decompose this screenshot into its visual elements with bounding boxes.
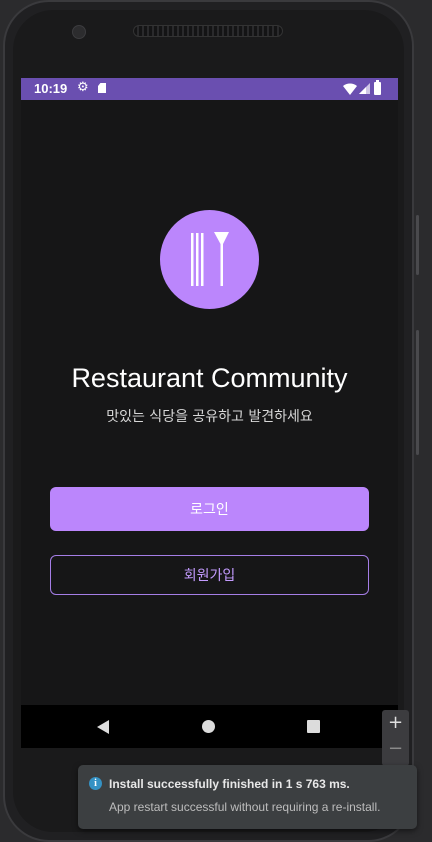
app-subtitle: 맛있는 식당을 공유하고 발견하세요: [106, 409, 313, 425]
front-camera: [72, 25, 86, 39]
login-button[interactable]: 로그인: [50, 487, 369, 531]
wifi-icon: [343, 83, 357, 95]
notification-title: Install successfully finished in 1 s 763…: [109, 777, 350, 791]
battery-icon: [374, 80, 381, 95]
ide-scroll-marker: [416, 330, 419, 455]
signal-icon: [359, 83, 370, 94]
status-bar: 10:19 ⚙: [21, 78, 398, 100]
navigation-bar: [21, 705, 398, 748]
notification-body: App restart successful without requiring…: [109, 800, 381, 814]
app-logo: [160, 210, 259, 309]
ide-scroll-marker: [416, 215, 419, 275]
device-screen: 10:19 ⚙ Restaurant Community 맛있는 식당을 공유하…: [21, 78, 398, 748]
zoom-out-button[interactable]: −: [382, 738, 409, 759]
app-title: Restaurant Community: [71, 363, 348, 393]
earpiece-speaker: [133, 25, 283, 37]
recents-icon[interactable]: [307, 720, 320, 733]
sd-card-icon: [98, 83, 106, 93]
back-icon[interactable]: [97, 720, 109, 734]
home-icon[interactable]: [202, 720, 215, 733]
status-time: 10:19: [34, 81, 68, 96]
utensils-icon: [191, 232, 229, 286]
install-notification[interactable]: i Install successfully finished in 1 s 7…: [78, 765, 417, 829]
emulator-zoom-controls: + −: [382, 710, 409, 766]
info-icon: i: [89, 777, 102, 790]
zoom-in-button[interactable]: +: [382, 712, 409, 733]
gear-icon: ⚙: [77, 80, 89, 95]
signup-button[interactable]: 회원가입: [50, 555, 369, 595]
